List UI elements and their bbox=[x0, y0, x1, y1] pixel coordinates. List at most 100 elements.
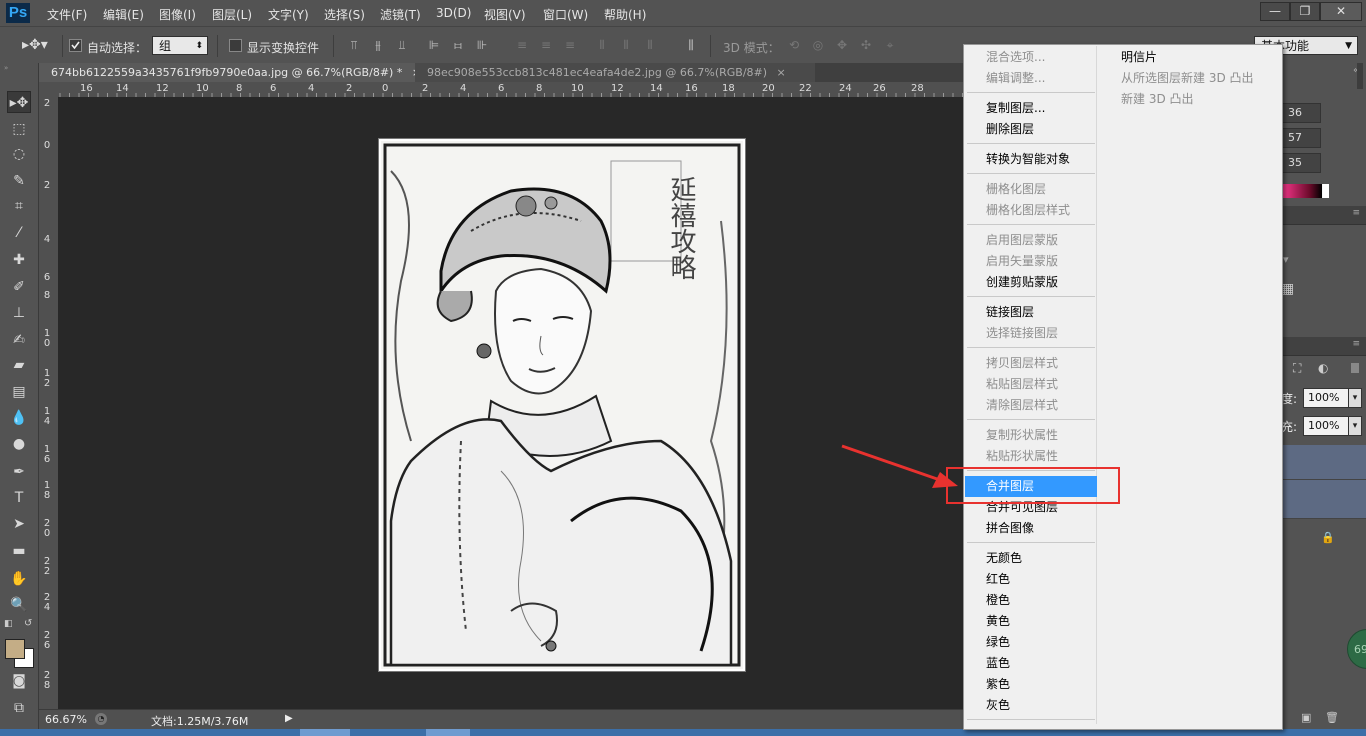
delete-layer-icon[interactable]: 🗑 bbox=[1325, 711, 1339, 724]
color-value-field[interactable]: 57 bbox=[1281, 128, 1321, 148]
align-left-icon[interactable]: ⊫ bbox=[426, 38, 442, 52]
vertical-ruler[interactable]: 2 0 2 4 6 8 10 12 14 16 18 20 22 24 26 2… bbox=[39, 97, 59, 709]
menu-color-red[interactable]: 红色 bbox=[986, 572, 1010, 586]
performance-badge[interactable]: 69 bbox=[1347, 629, 1366, 669]
close-window-button[interactable]: ✕ bbox=[1320, 2, 1362, 21]
menu-color-green[interactable]: 绿色 bbox=[986, 635, 1010, 649]
menu-3d[interactable]: 3D(D) bbox=[436, 6, 471, 20]
menu-blending-options[interactable]: 混合选项... bbox=[986, 50, 1045, 64]
menu-select[interactable]: 选择(S) bbox=[324, 6, 365, 23]
menu-select-linked-layers[interactable]: 选择链接图层 bbox=[986, 326, 1058, 340]
healing-brush-tool-icon[interactable]: ✚ bbox=[7, 249, 31, 271]
eraser-tool-icon[interactable]: ▰ bbox=[7, 354, 31, 376]
auto-select-type-dropdown[interactable]: 组 ⬍ bbox=[152, 36, 208, 55]
menu-enable-layer-mask[interactable]: 启用图层蒙版 bbox=[986, 233, 1058, 247]
quick-select-tool-icon[interactable]: ✎ bbox=[7, 170, 31, 192]
menu-convert-smart-object[interactable]: 转换为智能对象 bbox=[986, 152, 1070, 166]
color-value-field[interactable]: 35 bbox=[1281, 153, 1321, 173]
menu-window[interactable]: 窗口(W) bbox=[543, 6, 588, 23]
show-transform-checkbox[interactable] bbox=[229, 39, 242, 52]
swap-colors-icon[interactable]: ↺ bbox=[24, 618, 32, 629]
crop-tool-icon[interactable]: ⌗ bbox=[7, 195, 31, 217]
dropdown-arrow-icon[interactable]: ▾ bbox=[1283, 253, 1289, 266]
taskbar-button[interactable] bbox=[426, 729, 470, 736]
restore-button[interactable]: ❐ bbox=[1290, 2, 1320, 21]
menu-create-clipping-mask[interactable]: 创建剪贴蒙版 bbox=[986, 275, 1058, 289]
3d-pan-icon[interactable]: ✥ bbox=[834, 38, 850, 52]
menu-color-yellow[interactable]: 黄色 bbox=[986, 614, 1010, 628]
fill-arrow-icon[interactable]: ▾ bbox=[1348, 416, 1362, 436]
menu-paste-layer-style[interactable]: 粘贴图层样式 bbox=[986, 377, 1058, 391]
3d-slide-icon[interactable]: ✣ bbox=[858, 38, 874, 52]
menu-postcard[interactable]: 明信片 bbox=[1121, 50, 1157, 64]
opacity-arrow-icon[interactable]: ▾ bbox=[1348, 388, 1362, 408]
align-bottom-icon[interactable]: ⫫ bbox=[394, 38, 410, 52]
rectangle-tool-icon[interactable]: ▬ bbox=[7, 540, 31, 562]
layer-row[interactable] bbox=[1281, 445, 1366, 480]
menu-clear-layer-style[interactable]: 清除图层样式 bbox=[986, 398, 1058, 412]
distribute-bottom-icon[interactable]: ≡ bbox=[562, 38, 578, 52]
tab-document-2[interactable]: 98ec908e553ccb813c481ec4eafa4de2.jpg @ 6… bbox=[415, 63, 815, 82]
status-menu-arrow-icon[interactable]: ▶ bbox=[285, 713, 293, 724]
auto-align-icon[interactable]: ⫼ bbox=[683, 38, 699, 52]
align-hcenter-icon[interactable]: ⧦ bbox=[450, 38, 466, 52]
menu-rasterize-layer-style[interactable]: 栅格化图层样式 bbox=[986, 203, 1070, 217]
path-select-tool-icon[interactable]: ➤ bbox=[7, 513, 31, 535]
menu-help[interactable]: 帮助(H) bbox=[604, 6, 646, 23]
menu-color-blue[interactable]: 蓝色 bbox=[986, 656, 1010, 670]
align-right-icon[interactable]: ⊪ bbox=[474, 38, 490, 52]
layer-row[interactable] bbox=[1281, 480, 1366, 519]
zoom-tool-icon[interactable]: 🔍 bbox=[7, 594, 31, 616]
menu-color-violet[interactable]: 紫色 bbox=[986, 677, 1010, 691]
brush-tool-icon[interactable]: ✐ bbox=[7, 276, 31, 298]
color-value-field[interactable]: 36 bbox=[1281, 103, 1321, 123]
marquee-tool-icon[interactable]: ⬚ bbox=[7, 118, 31, 140]
panel-menu-icon[interactable]: ≡ bbox=[1352, 208, 1360, 218]
zoom-level[interactable]: 66.67% bbox=[45, 713, 87, 726]
taskbar-button[interactable] bbox=[300, 729, 350, 736]
3d-roll-icon[interactable]: ◎ bbox=[810, 38, 826, 52]
distribute-left-icon[interactable]: ⦀ bbox=[594, 38, 610, 52]
menu-edit-adjustment[interactable]: 编辑调整... bbox=[986, 71, 1045, 85]
blur-tool-icon[interactable]: 💧 bbox=[7, 407, 31, 429]
menu-filter[interactable]: 滤镜(T) bbox=[380, 6, 421, 23]
clone-stamp-tool-icon[interactable]: ⊥ bbox=[7, 302, 31, 324]
color-ramp[interactable] bbox=[1281, 184, 1329, 198]
panel-grip-icon[interactable]: » bbox=[4, 65, 34, 72]
menu-new-3d-extrusion[interactable]: 新建 3D 凸出 bbox=[1121, 92, 1194, 106]
scrollbar[interactable] bbox=[1357, 63, 1363, 89]
distribute-vcenter-icon[interactable]: ≡ bbox=[538, 38, 554, 52]
menu-flatten-image[interactable]: 拼合图像 bbox=[986, 521, 1034, 535]
menu-file[interactable]: 文件(F) bbox=[47, 6, 87, 23]
3d-rotate-icon[interactable]: ⟲ bbox=[786, 38, 802, 52]
menu-color-none[interactable]: 无颜色 bbox=[986, 551, 1022, 565]
dodge-tool-icon[interactable]: ● bbox=[7, 433, 31, 455]
auto-select-checkbox[interactable] bbox=[69, 39, 82, 52]
tab-document-1[interactable]: 674bb6122559a3435761f9fb9790e0aa.jpg @ 6… bbox=[39, 63, 421, 82]
align-vcenter-icon[interactable]: ⫵ bbox=[370, 38, 386, 52]
history-brush-tool-icon[interactable]: ✍ bbox=[7, 329, 31, 351]
eyedropper-tool-icon[interactable]: ⁄ bbox=[7, 222, 31, 244]
quick-mask-icon[interactable]: ◙ bbox=[7, 670, 31, 692]
type-tool-icon[interactable]: T bbox=[7, 487, 31, 509]
menu-rasterize-layer[interactable]: 栅格化图层 bbox=[986, 182, 1046, 196]
gradient-tool-icon[interactable]: ▤ bbox=[7, 381, 31, 403]
menu-duplicate-layer[interactable]: 复制图层... bbox=[986, 101, 1045, 115]
info-icon[interactable]: ◔ bbox=[95, 713, 107, 725]
distribute-hcenter-icon[interactable]: ⦀ bbox=[618, 38, 634, 52]
3d-scale-icon[interactable]: ⌖ bbox=[882, 38, 898, 52]
menu-link-layers[interactable]: 链接图层 bbox=[986, 305, 1034, 319]
document-image[interactable]: 延禧攻略 bbox=[378, 138, 746, 672]
opacity-field[interactable]: 100% bbox=[1303, 388, 1349, 408]
menu-delete-layer[interactable]: 删除图层 bbox=[986, 122, 1034, 136]
menu-copy-shape-attributes[interactable]: 复制形状属性 bbox=[986, 428, 1058, 442]
move-tool-icon[interactable]: ▸✥▾ bbox=[22, 37, 48, 53]
menu-new-3d-extrusion-from-layer[interactable]: 从所选图层新建 3D 凸出 bbox=[1121, 71, 1254, 85]
filter-toggle-icon[interactable]: ◐ bbox=[1318, 361, 1328, 375]
scroll-thumb[interactable] bbox=[1351, 363, 1359, 373]
distribute-right-icon[interactable]: ⦀ bbox=[642, 38, 658, 52]
align-top-icon[interactable]: ⫪ bbox=[346, 38, 362, 52]
hand-tool-icon[interactable]: ✋ bbox=[7, 568, 31, 590]
menu-type[interactable]: 文字(Y) bbox=[268, 6, 309, 23]
menu-copy-layer-style[interactable]: 拷贝图层样式 bbox=[986, 356, 1058, 370]
